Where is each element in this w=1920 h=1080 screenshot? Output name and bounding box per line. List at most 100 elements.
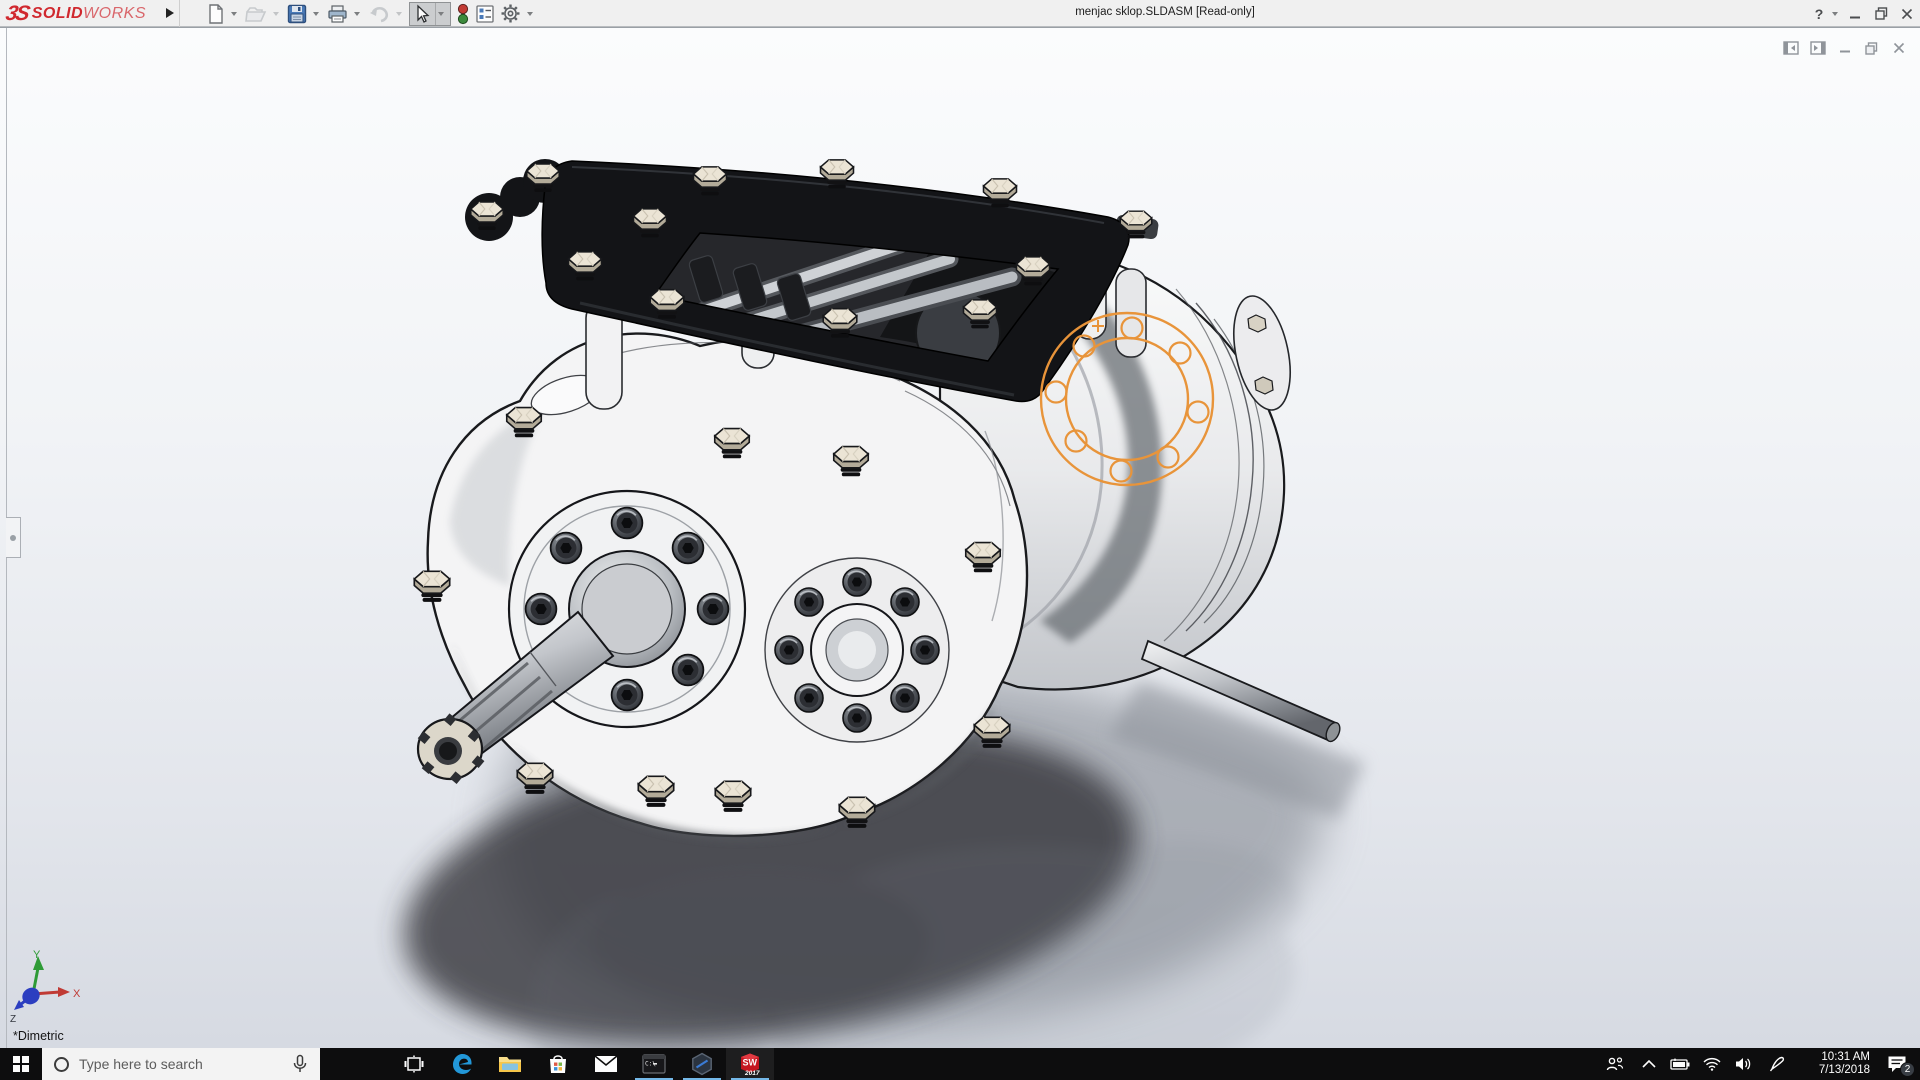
traffic-light-icon (456, 3, 470, 25)
print-button[interactable] (325, 2, 350, 26)
mail-icon (594, 1055, 618, 1073)
open-button[interactable] (243, 2, 269, 26)
minimize-icon (1849, 8, 1861, 20)
gearbox-model-render[interactable] (0, 28, 1920, 1048)
select-tool-button[interactable] (410, 2, 434, 26)
battery-button[interactable] (1664, 1048, 1696, 1080)
select-cursor-icon (412, 4, 432, 24)
people-button[interactable] (1596, 1048, 1634, 1080)
hexagon-app-icon (690, 1052, 714, 1076)
help-button[interactable]: ? (1806, 0, 1832, 27)
triad-y-label: Y (33, 949, 41, 961)
doc-restore-button[interactable] (1858, 38, 1885, 58)
undo-icon (368, 4, 390, 24)
undo-button[interactable] (366, 2, 392, 26)
volume-icon (1735, 1056, 1753, 1072)
windows-logo-icon (13, 1056, 29, 1072)
restore-button[interactable] (1868, 0, 1894, 27)
pen-icon (1769, 1056, 1785, 1072)
triad-z-label: Z (10, 1014, 16, 1025)
edge-button[interactable] (438, 1048, 486, 1080)
doc-close-button[interactable] (1885, 38, 1912, 58)
taskbar-clock[interactable]: 10:31 AM 7/13/2018 (1794, 1048, 1874, 1080)
solidworks-app-icon: SW 2017 (737, 1051, 763, 1077)
quick-access-toolbar (205, 0, 539, 27)
save-icon (287, 4, 307, 24)
select-tool-group (409, 2, 451, 26)
pane-left-icon (1783, 41, 1799, 55)
windows-ink-button[interactable] (1760, 1048, 1794, 1080)
task-view-button[interactable] (390, 1048, 438, 1080)
action-center-button[interactable]: 2 (1874, 1048, 1920, 1080)
hexagon-app-button[interactable] (678, 1048, 726, 1080)
store-button[interactable] (534, 1048, 582, 1080)
orientation-triad: Y X Z (0, 948, 110, 1028)
minimize-button[interactable] (1842, 0, 1868, 27)
microphone-icon[interactable] (292, 1054, 308, 1074)
close-icon (1901, 8, 1913, 20)
window-controls: ? (1806, 0, 1920, 27)
options-dropdown-caret[interactable] (524, 2, 535, 26)
taskbar-search-box[interactable]: Type here to search (42, 1048, 320, 1080)
start-button[interactable] (0, 1048, 42, 1080)
properties-list-icon (475, 4, 495, 24)
windows-taskbar: Type here to search (0, 1048, 1920, 1080)
open-folder-icon (245, 4, 267, 24)
triad-x-label: X (73, 988, 81, 1000)
open-dropdown-caret[interactable] (270, 2, 281, 26)
menu-flyout-arrow-icon[interactable] (163, 6, 177, 21)
graphics-viewport[interactable]: Y X Z *Dimetric (0, 27, 1920, 1048)
properties-button[interactable] (473, 2, 497, 26)
tray-overflow-button[interactable] (1634, 1048, 1664, 1080)
ds-logo-glyph: 3S (3, 2, 30, 26)
restore-icon (1875, 7, 1888, 20)
cortana-icon (54, 1057, 69, 1072)
close-button[interactable] (1894, 0, 1920, 27)
file-explorer-button[interactable] (486, 1048, 534, 1080)
doc-restore-icon (1865, 42, 1878, 55)
sw-icon-letters: SW (743, 1058, 758, 1068)
toolbar-separator (179, 0, 180, 27)
save-dropdown-caret[interactable] (310, 2, 321, 26)
battery-icon (1670, 1058, 1690, 1070)
panel-splitter-handle[interactable] (6, 517, 21, 558)
people-icon (1606, 1056, 1624, 1072)
pane-right-icon (1810, 41, 1826, 55)
notification-badge: 2 (1900, 1062, 1915, 1077)
doc-close-icon (1893, 42, 1905, 54)
view-orientation-label: *Dimetric (13, 1029, 64, 1043)
wifi-button[interactable] (1696, 1048, 1728, 1080)
undo-dropdown-caret[interactable] (393, 2, 404, 26)
options-gear-icon (500, 3, 521, 24)
print-dropdown-caret[interactable] (351, 2, 362, 26)
search-placeholder: Type here to search (79, 1056, 292, 1072)
solidworks-taskbar-button[interactable]: SW 2017 (726, 1048, 774, 1080)
select-dropdown-caret[interactable] (435, 3, 446, 25)
chevron-up-icon (1642, 1060, 1656, 1068)
new-document-icon (207, 4, 225, 24)
command-prompt-icon: C:\ (642, 1054, 666, 1074)
splitter-dot (10, 535, 16, 541)
pane-left-button[interactable] (1777, 38, 1804, 58)
mail-button[interactable] (582, 1048, 630, 1080)
file-explorer-icon (498, 1054, 522, 1074)
store-icon (547, 1053, 569, 1075)
document-title: menjac sklop.SLDASM [Read-only] (1040, 6, 1290, 18)
title-bar: 3S SOLID WORKS (0, 0, 1920, 27)
sw-icon-year: 2017 (744, 1070, 760, 1077)
help-dropdown-caret[interactable] (1832, 0, 1842, 27)
new-dropdown-caret[interactable] (228, 2, 239, 26)
output-flange[interactable] (765, 558, 949, 742)
doc-minimize-icon (1839, 42, 1851, 54)
options-button[interactable] (498, 2, 523, 26)
task-view-icon (404, 1055, 424, 1073)
command-prompt-button[interactable]: C:\ (630, 1048, 678, 1080)
taskbar-spacer (320, 1048, 390, 1080)
doc-minimize-button[interactable] (1831, 38, 1858, 58)
volume-button[interactable] (1728, 1048, 1760, 1080)
pane-right-button[interactable] (1804, 38, 1831, 58)
new-document-button[interactable] (205, 2, 227, 26)
save-button[interactable] (285, 2, 309, 26)
system-tray: 10:31 AM 7/13/2018 2 (1596, 1048, 1920, 1080)
selection-filter-button[interactable] (454, 2, 472, 26)
